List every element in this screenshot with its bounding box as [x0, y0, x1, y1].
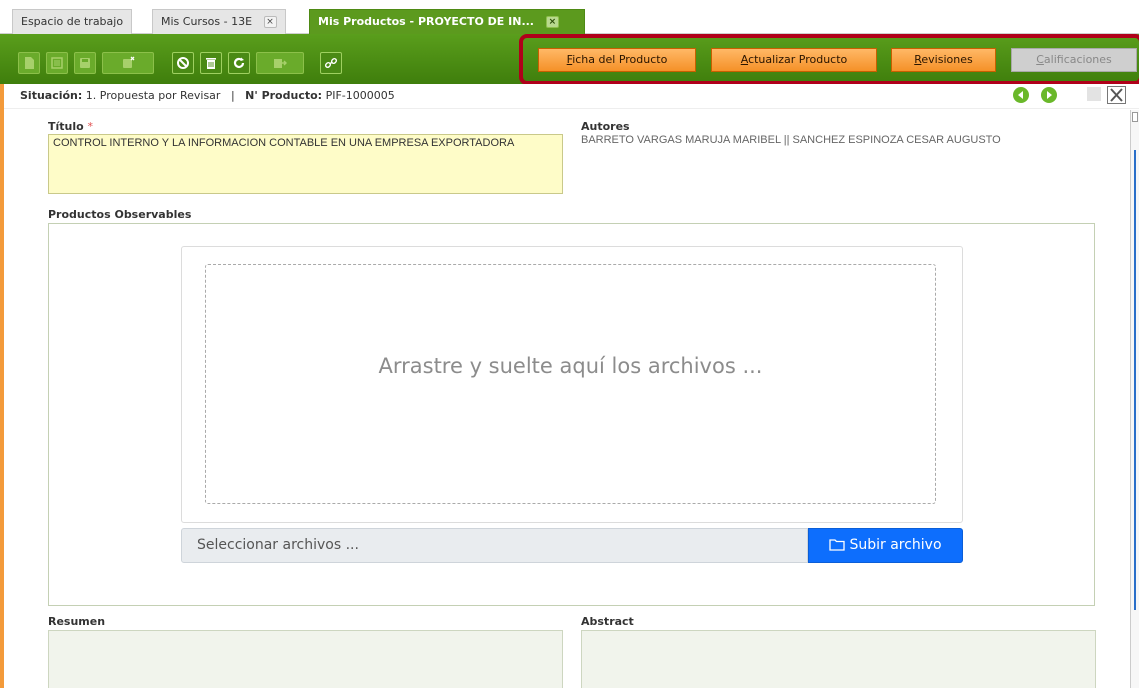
autores-label: Autores	[581, 120, 630, 133]
file-select-input[interactable]: Seleccionar archivos ...	[181, 528, 808, 563]
drop-zone-text: Arrastre y suelte aquí los archivos ...	[378, 354, 763, 378]
scrollbar[interactable]	[1130, 110, 1139, 688]
close-icon[interactable]: ×	[545, 16, 559, 28]
refresh-icon[interactable]	[228, 52, 250, 74]
new-document-icon[interactable]	[18, 52, 40, 74]
titulo-label: Título *	[48, 120, 93, 133]
left-accent-bar	[0, 84, 4, 688]
previous-icon[interactable]	[1013, 87, 1029, 103]
situacion-label: Situación:	[20, 89, 83, 102]
tab-mis-productos[interactable]: Mis Productos - PROYECTO DE IN... ×	[309, 9, 585, 34]
titulo-field[interactable]: CONTROL INTERNO Y LA INFORMACION CONTABL…	[48, 134, 563, 194]
situacion-value: 1. Propuesta por Revisar	[85, 89, 221, 102]
export-button[interactable]	[256, 52, 304, 74]
cancel-icon[interactable]	[172, 52, 194, 74]
folder-icon	[829, 539, 846, 551]
resumen-field[interactable]	[48, 630, 563, 688]
required-mark: *	[87, 120, 94, 133]
tab-label: Mis Productos - PROYECTO DE IN...	[318, 15, 534, 28]
save-icon[interactable]	[74, 52, 96, 74]
close-icon[interactable]	[1107, 86, 1126, 104]
autores-value: BARRETO VARGAS MARUJA MARIBEL || SANCHEZ…	[581, 134, 1001, 146]
next-icon[interactable]	[1041, 87, 1057, 103]
tab-label: Espacio de trabajo	[21, 15, 124, 28]
label-text: Título	[48, 120, 84, 133]
tab-mis-cursos[interactable]: Mis Cursos - 13E ×	[152, 9, 286, 34]
abstract-label: Abstract	[581, 615, 634, 628]
window-icon[interactable]	[1087, 87, 1101, 101]
separator: |	[230, 89, 235, 102]
export-icon	[274, 59, 287, 68]
link-icon[interactable]	[320, 52, 342, 74]
upload-file-button[interactable]: Subir archivo	[808, 528, 963, 563]
list-icon[interactable]	[46, 52, 68, 74]
file-drop-zone[interactable]	[205, 264, 936, 504]
status-line: Situación: 1. Propuesta por Revisar | N'…	[20, 89, 395, 102]
scroll-thumb[interactable]	[1132, 112, 1138, 122]
close-icon[interactable]: ×	[263, 16, 277, 28]
highlight-frame	[519, 34, 1139, 85]
scroll-track	[1134, 150, 1136, 610]
producto-value: PIF-1000005	[325, 89, 395, 102]
save-close-icon	[123, 56, 135, 68]
trash-icon[interactable]	[200, 52, 222, 74]
tab-espacio-de-trabajo[interactable]: Espacio de trabajo	[12, 9, 133, 34]
upload-label: Subir archivo	[849, 537, 942, 553]
resumen-label: Resumen	[48, 615, 106, 628]
abstract-field[interactable]	[581, 630, 1096, 688]
tab-label: Mis Cursos - 13E	[161, 15, 253, 28]
productos-observables-label: Productos Observables	[48, 208, 192, 221]
save-close-button[interactable]	[102, 52, 154, 74]
tab-bar: Espacio de trabajo Mis Cursos - 13E × Mi…	[0, 0, 1139, 34]
producto-label: N' Producto:	[245, 89, 323, 102]
